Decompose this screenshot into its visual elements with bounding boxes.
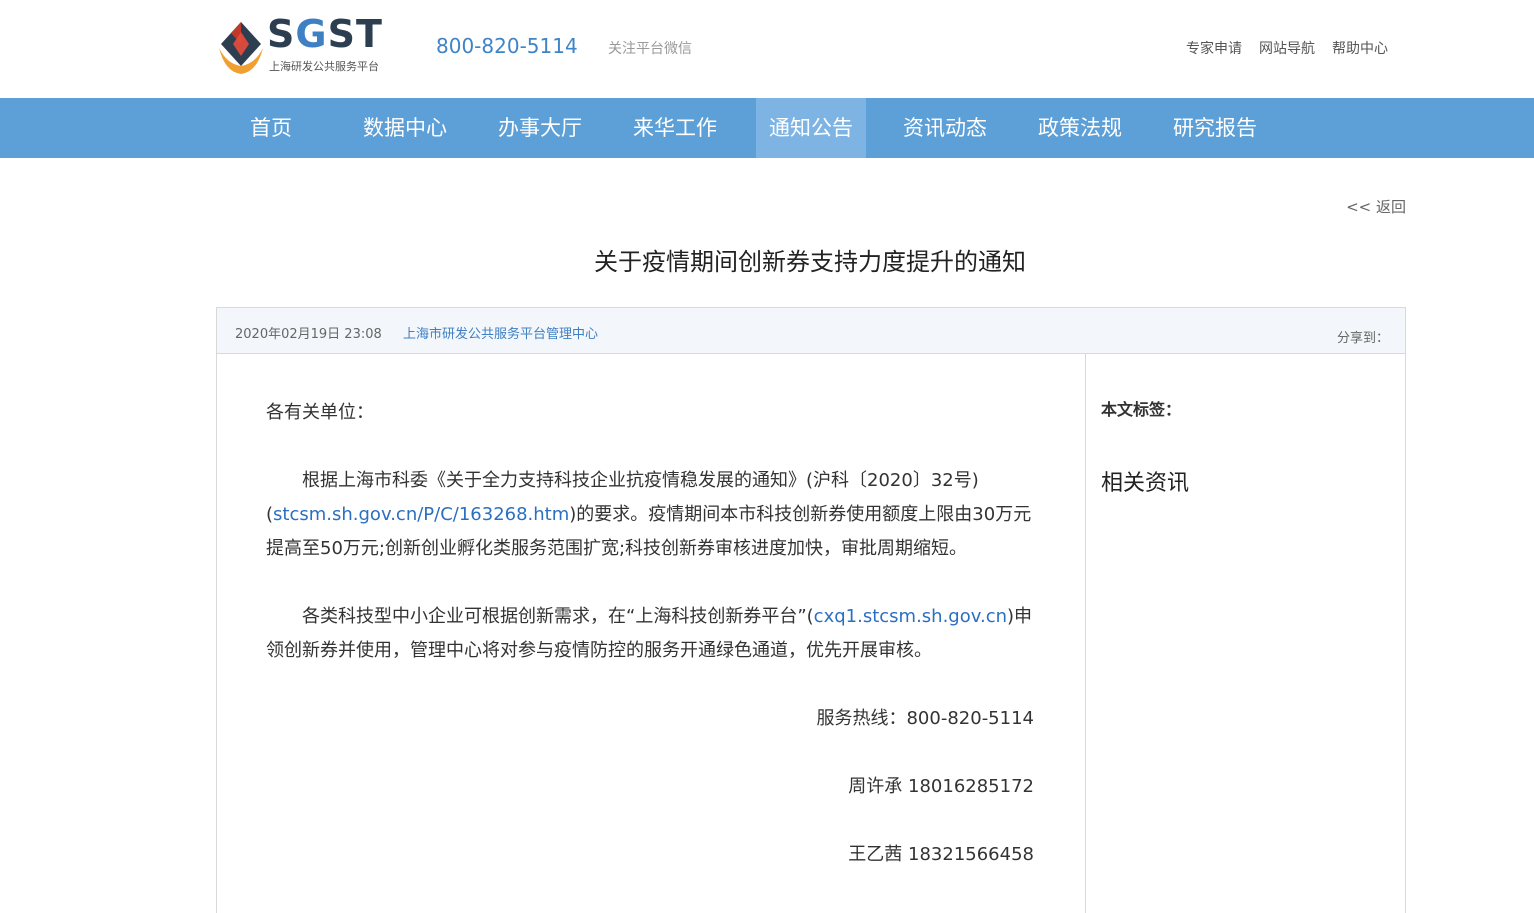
logo-mark-icon	[219, 22, 263, 74]
help-center-link[interactable]: 帮助中心	[1332, 38, 1388, 58]
article-greeting: 各有关单位：	[266, 402, 374, 423]
article-meta-bar: 2020年02月19日 23:08 上海市研发公共服务平台管理中心 分享到：	[216, 307, 1406, 354]
nav-item-work-in-china[interactable]: 来华工作	[620, 98, 730, 158]
publish-date: 2020年02月19日 23:08	[235, 327, 382, 342]
content-divider	[1085, 353, 1086, 913]
nav-item-reports[interactable]: 研究报告	[1160, 98, 1270, 158]
top-links: 专家申请 网站导航 帮助中心	[1186, 38, 1388, 58]
site-logo[interactable]: SGST 上海研发公共服务平台	[215, 12, 395, 78]
service-hotline: 服务热线：800-820-5114	[816, 708, 1034, 729]
wechat-follow-link[interactable]: 关注平台微信	[608, 38, 692, 58]
nav-item-data-center[interactable]: 数据中心	[350, 98, 460, 158]
nav-item-service-hall[interactable]: 办事大厅	[485, 98, 595, 158]
article-paragraph-1: 根据上海市科委《关于全力支持科技企业抗疫情稳发展的通知》(沪科〔2020〕32号…	[266, 464, 1034, 566]
nav-item-notices[interactable]: 通知公告	[756, 98, 866, 158]
policy-link[interactable]: stcsm.sh.gov.cn/P/C/163268.htm	[273, 504, 569, 525]
article-title: 关于疫情期间创新券支持力度提升的通知	[594, 248, 1026, 276]
site-map-link[interactable]: 网站导航	[1259, 38, 1315, 58]
header-hotline: 800-820-5114	[436, 34, 578, 58]
expert-apply-link[interactable]: 专家申请	[1186, 38, 1242, 58]
article-paragraph-2: 各类科技型中小企业可根据创新需求，在“上海科技创新券平台”(cxq1.stcsm…	[266, 600, 1034, 668]
main-nav: 首页 数据中心 办事大厅 来华工作 通知公告 资讯动态 政策法规 研究报告	[0, 98, 1534, 158]
logo-wordmark: SGST	[267, 12, 383, 56]
article-tags-label: 本文标签：	[1101, 400, 1182, 419]
nav-item-policies[interactable]: 政策法规	[1025, 98, 1135, 158]
nav-item-news[interactable]: 资讯动态	[890, 98, 1000, 158]
article-content: 各有关单位： 根据上海市科委《关于全力支持科技企业抗疫情稳发展的通知》(沪科〔2…	[266, 396, 1034, 906]
contact-2: 王乙茜 18321566458	[848, 844, 1034, 865]
related-news-heading: 相关资讯	[1101, 471, 1190, 496]
contact-1: 周许承 18016285172	[848, 776, 1034, 797]
back-link[interactable]: << 返回	[1346, 196, 1406, 217]
p2-text-a: 各类科技型中小企业可根据创新需求，在“上海科技创新券平台”(	[302, 606, 814, 627]
publisher-link[interactable]: 上海市研发公共服务平台管理中心	[403, 323, 598, 342]
logo-subtitle: 上海研发公共服务平台	[269, 60, 379, 73]
voucher-platform-link[interactable]: cxq1.stcsm.sh.gov.cn	[814, 606, 1007, 627]
share-label: 分享到：	[1336, 331, 1389, 346]
nav-item-home[interactable]: 首页	[216, 98, 326, 158]
